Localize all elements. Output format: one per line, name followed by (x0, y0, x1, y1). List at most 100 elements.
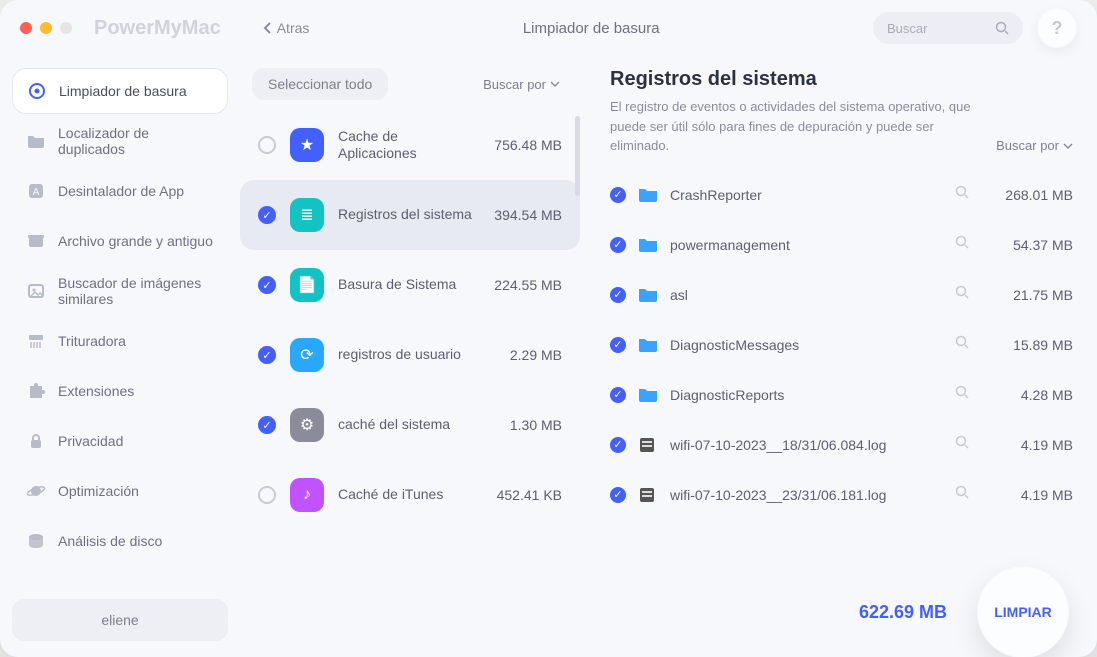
user-name: eliene (101, 612, 138, 628)
chevron-left-icon (263, 22, 273, 34)
sidebar-item-privacidad[interactable]: Privacidad (12, 418, 228, 464)
disk-icon (26, 531, 46, 551)
category-checkbox[interactable]: ✓ (258, 346, 276, 364)
search-icon[interactable] (955, 485, 969, 504)
file-checkbox[interactable]: ✓ (610, 287, 626, 303)
file-checkbox[interactable]: ✓ (610, 337, 626, 353)
lock-icon (26, 431, 46, 451)
sidebar-item-extensiones[interactable]: Extensiones (12, 368, 228, 414)
detail-sort-trigger[interactable]: Buscar por (996, 136, 1073, 156)
category-checkbox[interactable]: ✓ (258, 276, 276, 294)
search-icon[interactable] (955, 335, 969, 354)
search-icon[interactable] (955, 385, 969, 404)
category-item-user-logs[interactable]: ✓⟳registros de usuario2.29 MB (240, 320, 580, 390)
category-checkbox[interactable]: ✓ (258, 416, 276, 434)
file-name: DiagnosticReports (670, 387, 943, 403)
file-item[interactable]: ✓DiagnosticMessages15.89 MB (610, 320, 1073, 370)
category-icon: ⟳ (290, 338, 324, 372)
maximize-window-icon[interactable] (60, 22, 72, 34)
category-checkbox[interactable] (258, 136, 276, 154)
search-icon[interactable] (955, 185, 969, 204)
sidebar-item-imagenes[interactable]: Buscador de imágenes similares (12, 268, 228, 314)
chevron-down-icon (550, 80, 560, 88)
file-checkbox[interactable]: ✓ (610, 487, 626, 503)
category-size: 2.29 MB (510, 347, 562, 363)
file-item[interactable]: ✓ DiagnosticReports 4.28 MB (610, 370, 1073, 420)
category-label: Caché de iTunes (338, 486, 483, 504)
sidebar-item-duplicados[interactable]: Localizador de duplicados (12, 118, 228, 164)
sidebar-item-desintalador[interactable]: ADesintalador de App (12, 168, 228, 214)
minimize-window-icon[interactable] (40, 22, 52, 34)
category-item-system-junk[interactable]: ✓📄Basura de Sistema224.55 MB (240, 250, 580, 320)
category-checkbox[interactable]: ✓ (258, 206, 276, 224)
file-item[interactable]: ✓powermanagement54.37 MB (610, 220, 1073, 270)
category-panel: Seleccionar todo Buscar por ★Cache de Ap… (240, 56, 580, 657)
folder-icon (638, 337, 658, 353)
sidebar-item-trituradora[interactable]: Trituradora (12, 318, 228, 364)
puzzle-icon (26, 381, 46, 401)
file-checkbox[interactable]: ✓ (610, 387, 626, 403)
file-size: 21.75 MB (987, 287, 1073, 303)
sidebar: Limpiador de basura Localizador de duplic… (0, 56, 240, 657)
file-checkbox[interactable]: ✓ (610, 437, 626, 453)
file-item[interactable]: ✓wifi-07-10-2023__18/31/06.084.log4.19 M… (610, 420, 1073, 470)
sidebar-item-optimizacion[interactable]: Optimización (12, 468, 228, 514)
file-size: 4.28 MB (987, 387, 1073, 403)
window-controls (20, 22, 72, 34)
category-item-app-cache[interactable]: ★Cache de Aplicaciones756.48 MB (240, 110, 580, 180)
file-checkbox[interactable]: ✓ (610, 237, 626, 253)
file-icon (638, 487, 658, 503)
category-icon: ♪ (290, 478, 324, 512)
sidebar-item-limpiador[interactable]: Limpiador de basura (12, 68, 228, 114)
category-size: 1.30 MB (510, 417, 562, 433)
file-size: 4.19 MB (987, 437, 1073, 453)
back-button[interactable]: Atras (263, 20, 310, 36)
category-size: 756.48 MB (494, 137, 562, 153)
search-icon[interactable] (955, 435, 969, 454)
file-checkbox[interactable]: ✓ (610, 187, 626, 203)
close-window-icon[interactable] (20, 22, 32, 34)
sidebar-item-label: Análisis de disco (58, 533, 162, 549)
folder-icon (638, 287, 658, 303)
search-input[interactable]: Buscar (873, 12, 1023, 44)
app-window: PowerMyMac Atras Limpiador de basura Bus… (0, 0, 1097, 657)
category-icon: ★ (290, 128, 324, 162)
file-icon (638, 437, 658, 453)
file-item[interactable]: ✓wifi-07-10-2023__23/31/06.181.log4.19 M… (610, 470, 1073, 520)
category-item-system-cache[interactable]: ✓⚙caché del sistema1.30 MB (240, 390, 580, 460)
file-size: 15.89 MB (987, 337, 1073, 353)
sidebar-item-label: Trituradora (58, 333, 126, 349)
select-all-button[interactable]: Seleccionar todo (252, 68, 388, 100)
search-icon[interactable] (955, 235, 969, 254)
app-title: PowerMyMac (94, 17, 221, 40)
file-item[interactable]: ✓CrashReporter268.01 MB (610, 170, 1073, 220)
sidebar-item-label: Localizador de duplicados (58, 125, 214, 157)
search-icon (995, 21, 1009, 35)
box-icon (26, 231, 46, 251)
sidebar-item-label: Extensiones (58, 383, 134, 399)
chevron-down-icon (1063, 142, 1073, 150)
sidebar-item-label: Buscador de imágenes similares (58, 275, 214, 307)
sidebar-item-label: Privacidad (58, 433, 123, 449)
folder-icon (638, 237, 658, 253)
category-sort-trigger[interactable]: Buscar por (483, 77, 560, 92)
category-item-system-logs[interactable]: ✓ ≣ Registros del sistema 394.54 MB (240, 180, 580, 250)
folder-icon (638, 187, 658, 203)
help-button[interactable]: ? (1037, 8, 1077, 48)
clean-button[interactable]: LIMPIAR (977, 566, 1069, 657)
sidebar-item-archivo[interactable]: Archivo grande y antiguo (12, 218, 228, 264)
app-icon: A (26, 181, 46, 201)
category-icon: ≣ (290, 198, 324, 232)
category-size: 452.41 KB (497, 487, 562, 503)
search-icon[interactable] (955, 285, 969, 304)
sidebar-item-analisis[interactable]: Análisis de disco (12, 518, 228, 564)
category-size: 394.54 MB (494, 207, 562, 223)
file-size: 268.01 MB (987, 187, 1073, 203)
folder-icon (638, 387, 658, 403)
category-checkbox[interactable] (258, 486, 276, 504)
category-item-itunes-cache[interactable]: ♪ Caché de iTunes 452.41 KB (240, 460, 580, 530)
file-size: 4.19 MB (987, 487, 1073, 503)
category-label: Registros del sistema (338, 206, 480, 224)
file-item[interactable]: ✓asl21.75 MB (610, 270, 1073, 320)
user-account[interactable]: eliene (12, 599, 228, 641)
